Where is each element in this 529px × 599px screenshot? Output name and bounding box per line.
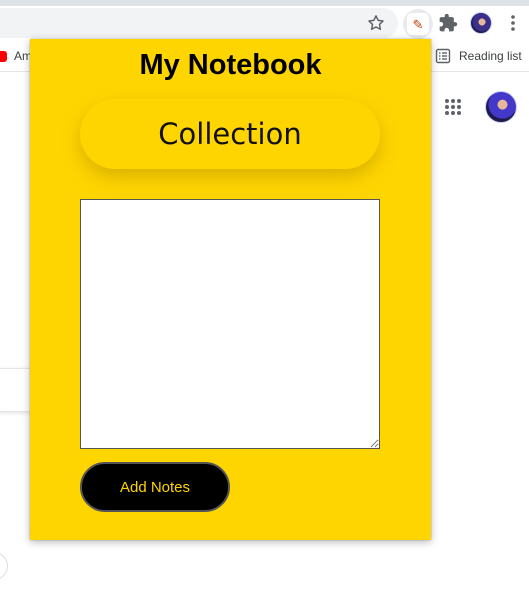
youtube-bookmark-icon[interactable] (0, 51, 7, 62)
browser-toolbar: ✎ (0, 6, 529, 40)
browser-menu-icon[interactable] (505, 14, 521, 32)
extensions-puzzle-icon[interactable] (438, 13, 458, 33)
address-bar[interactable] (0, 8, 398, 38)
apps-grid-icon[interactable] (444, 98, 462, 116)
page-account-avatar[interactable] (485, 91, 517, 123)
collection-button[interactable]: Collection (80, 99, 380, 169)
notebook-extension-icon: ✎ (407, 13, 429, 35)
reading-list-icon[interactable] (435, 48, 451, 64)
bookmark-star-icon[interactable] (366, 13, 386, 33)
profile-avatar[interactable] (470, 12, 492, 34)
popup-title: My Notebook (139, 49, 322, 81)
add-notes-button[interactable]: Add Notes (80, 462, 230, 512)
reading-list-button[interactable]: Reading list (459, 49, 522, 63)
notes-textarea[interactable] (80, 199, 380, 449)
notebook-extension-button[interactable]: ✎ (403, 9, 433, 39)
notebook-popup: My Notebook Collection Add Notes (30, 39, 431, 540)
page-circle-button[interactable] (0, 552, 8, 580)
